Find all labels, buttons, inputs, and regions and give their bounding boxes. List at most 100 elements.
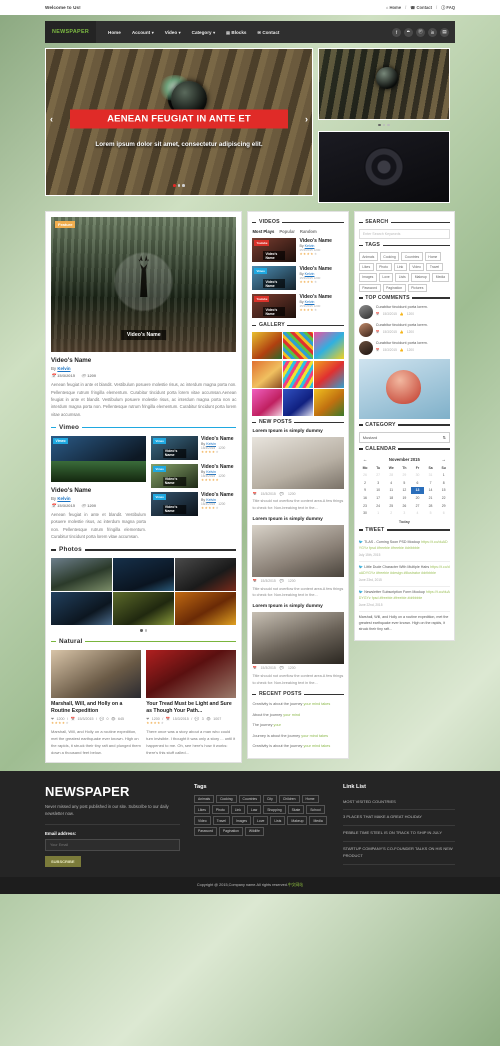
gallery-thumb[interactable] [283, 332, 313, 360]
gallery-thumb[interactable] [252, 332, 282, 360]
recent-post-link[interactable]: your mind takes [304, 702, 331, 706]
tag-chip[interactable]: Link [393, 262, 407, 272]
calendar-day[interactable]: 26 [359, 471, 372, 478]
article-title[interactable]: Your Tread Must be Light and Sure as Tho… [146, 701, 236, 715]
tag-chip[interactable]: Likes [194, 805, 210, 815]
calendar-day[interactable]: 28 [385, 471, 398, 478]
photo-thumb[interactable] [113, 592, 175, 626]
gallery-thumb[interactable] [252, 389, 282, 417]
list-item[interactable]: Curabitur tincidunt porta lorem. 📅 15/3/2… [358, 322, 450, 337]
article-image[interactable] [146, 649, 237, 698]
tag-chip[interactable]: School [306, 805, 325, 815]
tag-chip[interactable]: Video [408, 262, 425, 272]
photos-pagination[interactable] [51, 629, 236, 632]
tag-chip[interactable]: Animals [194, 794, 215, 804]
calendar-day[interactable]: 3 [372, 479, 385, 486]
photo-thumb[interactable] [175, 558, 237, 592]
gallery-thumb[interactable] [314, 389, 344, 417]
tag-chip[interactable]: Images [358, 273, 377, 282]
video-thumb[interactable]: Youtube Video's Name [252, 238, 297, 263]
nav-item-contact[interactable]: ✉ Contact [257, 30, 279, 35]
calendar-day[interactable]: 30 [359, 510, 372, 517]
tag-chip[interactable]: Images [231, 816, 252, 825]
tag-chip[interactable]: Law [247, 805, 262, 815]
tag-chip[interactable]: Lists [270, 816, 286, 825]
footer-link[interactable]: STARTUP COMPANY'S CO-FOUNDER TALKS ON HI… [343, 842, 455, 865]
tag-chip[interactable]: Photo [211, 805, 229, 815]
twitter-icon[interactable]: ✒ [404, 27, 413, 37]
calendar-day-selected[interactable]: 13 [411, 486, 424, 494]
post-title[interactable]: Lorem Ipsum is simply dummy [252, 429, 343, 434]
tab-random[interactable]: Random [300, 229, 317, 234]
photo-thumb[interactable] [113, 558, 175, 592]
tag-chip[interactable]: Makeup [411, 273, 431, 282]
calendar-day[interactable]: 29 [398, 471, 411, 478]
video-thumb[interactable]: Youtube Video's Name [252, 294, 297, 319]
list-item[interactable]: Vimeo Video's Name Video's Name By Kelvi… [252, 266, 343, 291]
calendar-today-button[interactable]: Today [359, 520, 450, 524]
nav-item-home[interactable]: Home [108, 30, 121, 35]
calendar-day[interactable]: 24 [372, 502, 385, 509]
tag-chip[interactable]: Love [378, 273, 394, 282]
tag-chip[interactable]: Media [309, 816, 327, 825]
list-item[interactable]: Creativity is about the journey your min… [252, 743, 343, 749]
calendar-day[interactable]: 11 [385, 487, 398, 494]
tag-chip[interactable]: City [263, 794, 277, 804]
top-nav-home[interactable]: ⌂ Home [386, 5, 401, 10]
calendar-day[interactable]: 15 [437, 487, 450, 494]
calendar-day[interactable]: 28 [424, 502, 437, 509]
article-image[interactable] [51, 649, 142, 698]
calendar-day[interactable]: 14 [424, 487, 437, 494]
nav-item-blocks[interactable]: ▤ Blocks [226, 30, 246, 35]
calendar-day[interactable]: 4 [385, 479, 398, 486]
calendar-day[interactable]: 9 [359, 487, 372, 494]
tag-chip[interactable]: Cooking [216, 794, 237, 804]
hero-slider[interactable]: ‹ › AENEAN FEUGIAT IN ANTE ET Lorem ipsu… [45, 48, 313, 196]
linkedin-icon[interactable]: in [428, 27, 437, 37]
article-title[interactable]: Marshall, Will, and Holly on a Routine E… [51, 701, 141, 715]
credit-text[interactable]: 中文网站 [288, 883, 303, 887]
tag-chip[interactable]: Countries [238, 794, 262, 804]
feature-title[interactable]: Video's Name [51, 357, 236, 364]
calendar-day[interactable]: 17 [372, 494, 385, 501]
calendar-prev-button[interactable]: ← [363, 457, 368, 462]
calendar-day[interactable]: 30 [411, 471, 424, 478]
calendar-day[interactable]: 19 [398, 494, 411, 501]
tag-chip[interactable]: Animals [358, 252, 378, 261]
tag-chip[interactable]: Video [194, 816, 211, 825]
category-select[interactable]: Mustard ⇅ [358, 431, 450, 443]
list-item[interactable]: Youtube Video's Name Video's Name By Kel… [252, 294, 343, 319]
top-nav-faq[interactable]: ⓘ FAQ [441, 5, 455, 11]
calendar-day[interactable]: 6 [411, 479, 424, 486]
calendar-day[interactable]: 23 [359, 502, 372, 509]
calendar-day[interactable]: 8 [437, 479, 450, 486]
tag-chip[interactable]: Travel [426, 262, 443, 272]
calendar-day[interactable]: 26 [398, 502, 411, 509]
photo-thumb[interactable] [51, 558, 113, 592]
tag-chip[interactable]: Skate [287, 805, 305, 815]
pinterest-icon[interactable]: Ⓟ [416, 27, 425, 37]
tag-chip[interactable]: Likes [358, 262, 374, 272]
calendar-day[interactable]: 4 [411, 510, 424, 517]
nav-item-category[interactable]: Category ▾ [192, 30, 215, 35]
gallery-thumb[interactable] [314, 360, 344, 388]
calendar-day[interactable]: 22 [437, 494, 450, 501]
calendar-day[interactable]: 10 [372, 487, 385, 494]
tag-chip[interactable]: Password [358, 283, 381, 292]
list-item[interactable]: Curabitur tincidunt porta lorem. 📅 15/3/2… [358, 340, 450, 355]
photo-thumb[interactable] [175, 592, 237, 626]
author-link[interactable]: Kelvin [57, 366, 70, 371]
calendar-day[interactable]: 29 [437, 502, 450, 509]
hero-side-image-2[interactable] [318, 131, 450, 204]
list-item[interactable]: Journey is about the journey your mind t… [252, 733, 343, 739]
nav-item-account[interactable]: Account ▾ [132, 30, 154, 35]
calendar-day[interactable]: 18 [385, 494, 398, 501]
hero-dot[interactable] [177, 184, 181, 187]
calendar-day[interactable]: 7 [424, 479, 437, 486]
page-dot[interactable] [140, 629, 143, 632]
calendar-day[interactable]: 3 [398, 510, 411, 517]
list-item[interactable]: Youtube Video's Name Video's Name By Kel… [252, 238, 343, 263]
hero-prev-arrow[interactable]: ‹ [50, 114, 53, 124]
tag-chip[interactable]: Children [278, 794, 300, 804]
hero-side-image-1[interactable] [318, 48, 450, 120]
